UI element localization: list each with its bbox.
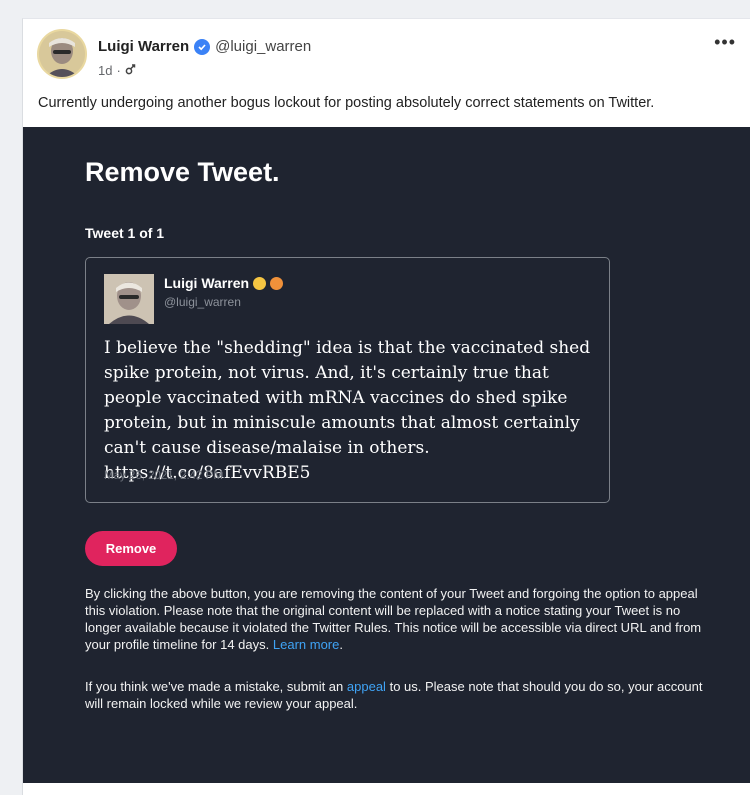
author-name[interactable]: Luigi Warren [98,38,189,55]
cat-emoji-icon [270,276,284,290]
remove-tweet-title: Remove Tweet. [85,157,280,187]
post-card: Luigi Warren @luigi_warren 1d · ••• Curr… [22,18,750,795]
tweet-body: I believe the "shedding" idea is that th… [104,338,591,483]
more-options-icon[interactable]: ••• [714,33,736,51]
post-age[interactable]: 1d [98,63,112,78]
post-meta: 1d · [98,63,137,78]
removal-notice: By clicking the above button, you are re… [85,585,705,653]
tweet-handle: @luigi_warren [164,295,241,309]
meta-separator: · [116,63,121,78]
notice-period: . [339,637,343,652]
removal-notice-text: By clicking the above button, you are re… [85,586,702,652]
tweet-author-name: Luigi Warren [164,275,284,291]
appeal-link[interactable]: appeal [347,679,386,694]
author-row: Luigi Warren @luigi_warren [98,38,311,55]
remove-button[interactable]: Remove [85,531,177,566]
learn-more-link[interactable]: Learn more [273,637,339,652]
appeal-text-pre: If you think we've made a mistake, submi… [85,679,344,694]
post-text: Currently undergoing another bogus locko… [38,95,655,111]
tweet-date: May 26, 2021, 2:42 PM [104,470,223,482]
author-avatar[interactable] [37,29,87,79]
author-handle[interactable]: @luigi_warren [215,38,311,55]
smile-emoji-icon [253,276,267,290]
tweet-avatar [104,274,154,324]
tweet-count: Tweet 1 of 1 [85,225,165,241]
verified-badge-icon [194,38,211,55]
quoted-tweet: Luigi Warren @luigi_warren I believe the… [85,257,610,503]
audience-icon [125,63,137,78]
embedded-screenshot: Remove Tweet. Tweet 1 of 1 Luigi Warren … [23,127,750,783]
appeal-notice: If you think we've made a mistake, submi… [85,678,705,712]
tweet-author-label: Luigi Warren [164,275,250,291]
